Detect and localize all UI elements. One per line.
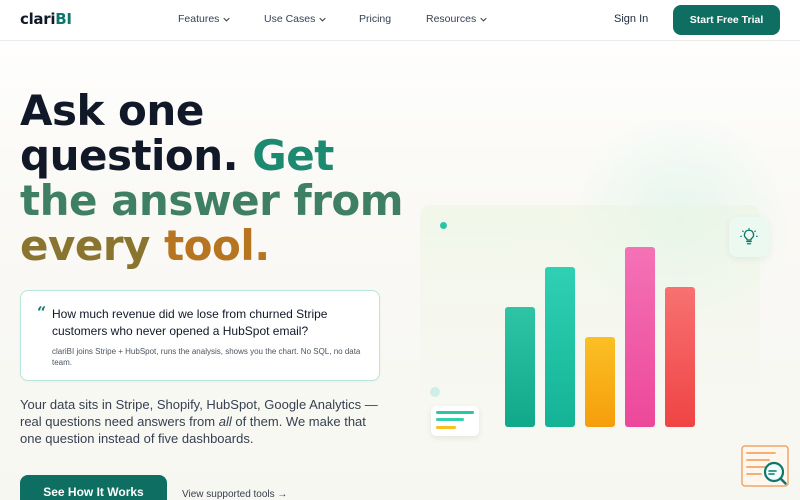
headline-every: every: [20, 221, 150, 270]
decorative-dot: [430, 387, 440, 397]
headline-get: Get: [252, 131, 334, 180]
headline-question: question.: [20, 131, 239, 180]
chevron-down-icon: [223, 17, 231, 22]
hero-description: Your data sits in Stripe, Shopify, HubSp…: [20, 396, 380, 447]
hero-description-emphasis: all: [218, 414, 232, 429]
headline-line-3: the answer from: [20, 176, 404, 225]
nav-use-cases[interactable]: Use Cases: [264, 13, 327, 25]
example-question-caption: clariBI joins Stripe + HubSpot, runs the…: [52, 347, 361, 367]
legend-line: [436, 418, 464, 421]
see-how-it-works-button[interactable]: See How It Works: [20, 475, 167, 500]
quote-icon: “: [37, 303, 47, 322]
nav-use-cases-label: Use Cases: [264, 13, 316, 25]
hero-headline: Ask one question. Get the answer from ev…: [20, 88, 420, 268]
sign-in-link[interactable]: Sign In: [614, 13, 648, 25]
chevron-down-icon: [319, 17, 327, 22]
headline-line-1: Ask one: [20, 86, 204, 135]
nav-resources[interactable]: Resources: [426, 13, 487, 25]
logo-prefix: clari: [20, 10, 56, 28]
nav-pricing[interactable]: Pricing: [359, 13, 391, 25]
headline-line-4: every tool.: [20, 223, 420, 268]
legend-line: [436, 426, 456, 429]
mini-legend-card: [431, 406, 479, 436]
example-question-text: How much revenue did we lose from churne…: [52, 307, 328, 338]
legend-line: [436, 411, 474, 414]
example-question-card: “ How much revenue did we lose from chur…: [20, 290, 380, 381]
nav-features-label: Features: [178, 13, 220, 25]
top-navbar: clariBI Features Use Cases Pricing Resou…: [0, 0, 800, 41]
nav-pricing-label: Pricing: [359, 13, 392, 25]
document-search-icon[interactable]: [741, 445, 791, 490]
start-free-trial-button[interactable]: Start Free Trial: [673, 5, 780, 35]
headline-tool: tool.: [164, 221, 270, 270]
nav-resources-label: Resources: [426, 13, 477, 25]
lightbulb-card: [729, 217, 769, 257]
headline-line-2: question. Get: [20, 133, 420, 178]
view-supported-tools-link[interactable]: View supported tools →: [182, 489, 287, 500]
nav-features[interactable]: Features: [178, 13, 231, 25]
chevron-down-icon: [480, 17, 487, 22]
decorative-dot: [440, 222, 447, 229]
lightbulb-icon: [740, 228, 758, 245]
logo-suffix: BI: [55, 10, 72, 28]
logo[interactable]: clariBI: [20, 10, 72, 28]
